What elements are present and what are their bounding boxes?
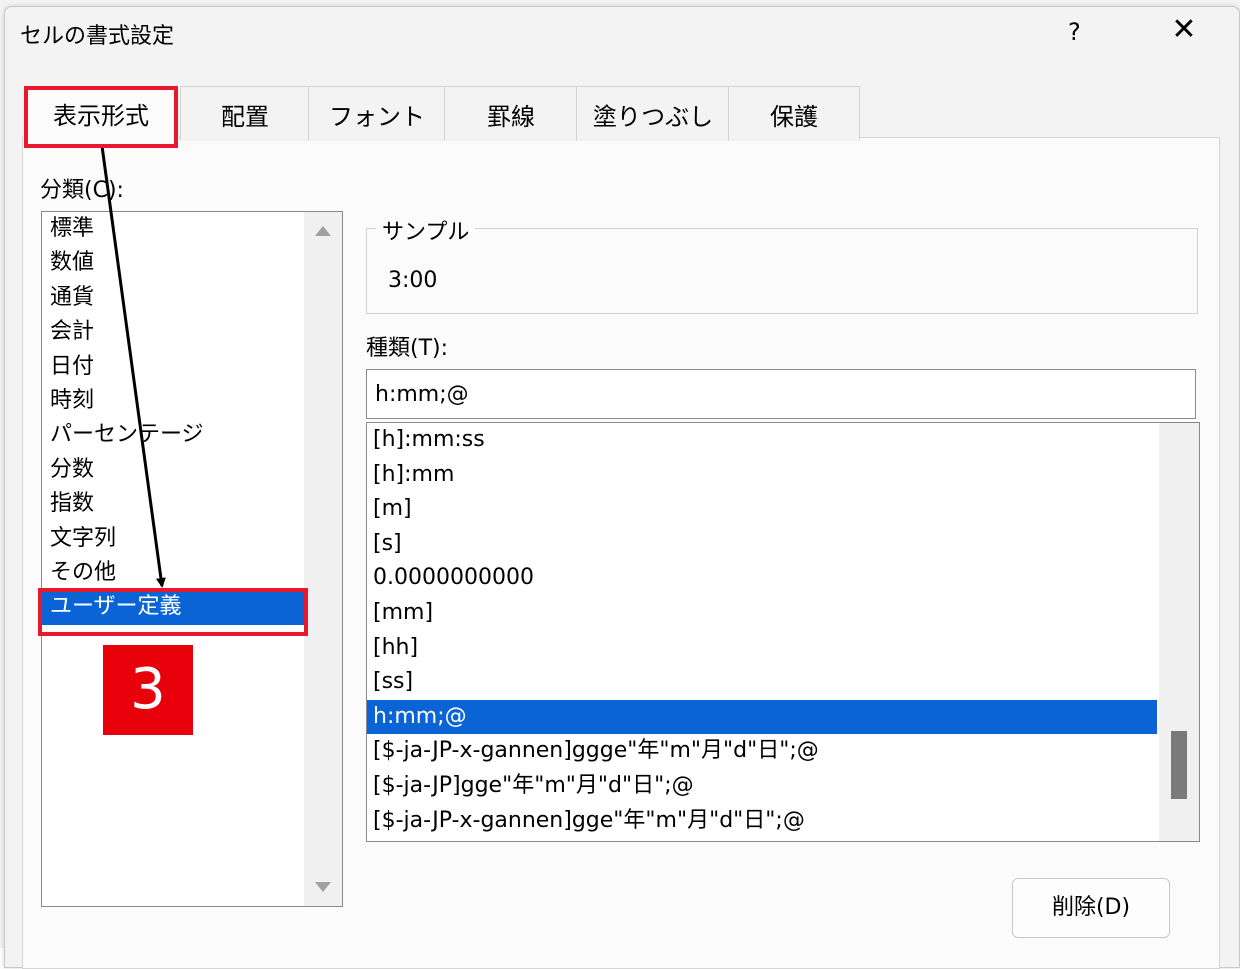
category-label: 分類(C): [40,178,124,203]
type-label: 種類(T): [366,336,449,361]
tab-fill[interactable]: 塗りつぶし [576,86,730,141]
category-item-fraction[interactable]: 分数 [42,453,342,487]
category-item-date[interactable]: 日付 [42,350,342,384]
tab-border[interactable]: 罫線 [444,86,578,141]
dialog-title: セルの書式設定 [20,24,175,49]
format-list[interactable]: [h]:mm:ss [h]:mm [m] [s] 0.0000000000 [m… [366,422,1200,842]
category-item-scientific[interactable]: 指数 [42,487,342,521]
format-item[interactable]: [$-ja-JP-x-gannen]ggge"年"m"月"d"日";@ [367,734,1157,769]
tab-font[interactable]: フォント [308,86,446,141]
format-item[interactable]: [hh] [367,631,1157,666]
category-item-percentage[interactable]: パーセンテージ [42,418,342,452]
step-badge: 3 [103,645,193,735]
format-scroll-thumb[interactable] [1171,731,1187,799]
format-item[interactable]: [h]:mm:ss [367,423,1157,458]
category-item-text[interactable]: 文字列 [42,522,342,556]
tab-number[interactable]: 表示形式 [24,86,178,148]
scroll-up-icon[interactable] [315,226,331,236]
tab-alignment[interactable]: 配置 [180,86,310,141]
sample-group [366,228,1198,314]
format-item[interactable]: [$-ja-JP]gge"年"m"月"d"日";@ [367,769,1157,804]
category-item-currency[interactable]: 通貨 [42,281,342,315]
delete-button[interactable]: 削除(D) [1012,878,1170,938]
sample-label: サンプル [376,214,476,246]
format-scrollbar[interactable] [1159,423,1199,841]
format-item[interactable]: [ss] [367,665,1157,700]
format-item[interactable]: [$-ja-JP-x-gannen]gge"年"m"月"d"日";@ [367,804,1157,839]
format-item[interactable]: [h]:mm [367,458,1157,493]
category-item-accounting[interactable]: 会計 [42,315,342,349]
category-item-standard[interactable]: 標準 [42,212,342,246]
format-item[interactable]: [mm] [367,596,1157,631]
category-scrollbar[interactable] [304,212,342,906]
category-item-special[interactable]: その他 [42,556,342,590]
help-button[interactable]: ? [1068,18,1081,46]
format-item[interactable]: 0.0000000000 [367,561,1157,596]
sample-value: 3:00 [388,268,438,293]
category-item-time[interactable]: 時刻 [42,384,342,418]
scroll-down-icon[interactable] [315,882,331,892]
type-input[interactable]: h:mm;@ [366,369,1196,419]
format-item[interactable]: [s] [367,527,1157,562]
category-item-number[interactable]: 数値 [42,246,342,280]
format-item[interactable]: [m] [367,492,1157,527]
tab-protection[interactable]: 保護 [728,86,860,141]
category-list[interactable]: 標準 数値 通貨 会計 日付 時刻 パーセンテージ 分数 指数 文字列 その他 … [41,211,343,907]
highlight-box-custom [38,588,308,636]
format-item-selected[interactable]: h:mm;@ [367,699,1157,735]
close-icon[interactable]: ✕ [1164,10,1204,50]
